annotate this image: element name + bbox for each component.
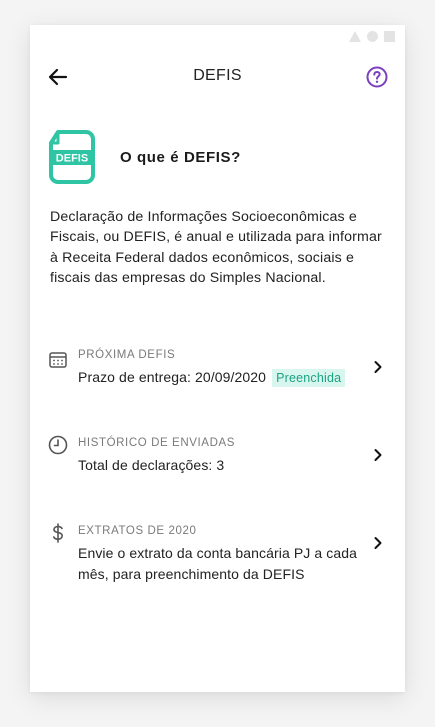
chevron-right-icon: [374, 449, 382, 461]
calendar-icon: [49, 352, 67, 368]
status-badge: Preenchida: [272, 369, 346, 387]
wifi-icon: [367, 31, 378, 42]
intro-title: O que é DEFIS?: [120, 148, 241, 166]
row-label: PRÓXIMA DEFIS: [78, 349, 176, 361]
dollar-icon: [53, 523, 64, 543]
battery-icon: [384, 31, 395, 42]
chevron-right-icon: [374, 537, 382, 549]
logo-text: DEFIS: [56, 153, 88, 165]
due-date-text: Prazo de entrega: 20/09/2020: [78, 369, 267, 385]
defis-document-icon: DEFIS: [48, 129, 96, 185]
intro-section: DEFIS O que é DEFIS?: [48, 129, 241, 185]
history-row[interactable]: HISTÓRICO DE ENVIADAS Total de declaraçõ…: [30, 435, 405, 481]
row-value: Envie o extrato da conta bancária PJ a c…: [78, 545, 358, 582]
row-label: HISTÓRICO DE ENVIADAS: [78, 437, 236, 449]
help-button[interactable]: [365, 65, 389, 89]
question-circle-icon: [366, 66, 388, 88]
row-value: Total de declarações: 3: [78, 457, 225, 473]
next-defis-row[interactable]: PRÓXIMA DEFIS Prazo de entrega: 20/09/20…: [30, 349, 405, 393]
chevron-right-icon: [374, 361, 382, 373]
description-text: Declaração de Informações Socioeconômica…: [50, 209, 382, 286]
page-title: DEFIS: [193, 67, 242, 84]
status-bar: [349, 31, 395, 42]
row-value: Prazo de entrega: 20/09/2020 Preenchida: [78, 367, 358, 388]
top-bar: DEFIS: [30, 59, 405, 95]
app-screen: DEFIS DEFIS O que é DEFIS? Declaração de…: [30, 25, 405, 692]
statements-row[interactable]: EXTRATOS DE 2020 Envie o extrato da cont…: [30, 523, 405, 587]
row-label: EXTRATOS DE 2020: [78, 525, 197, 537]
signal-icon: [349, 31, 361, 42]
clock-icon: [48, 435, 68, 455]
